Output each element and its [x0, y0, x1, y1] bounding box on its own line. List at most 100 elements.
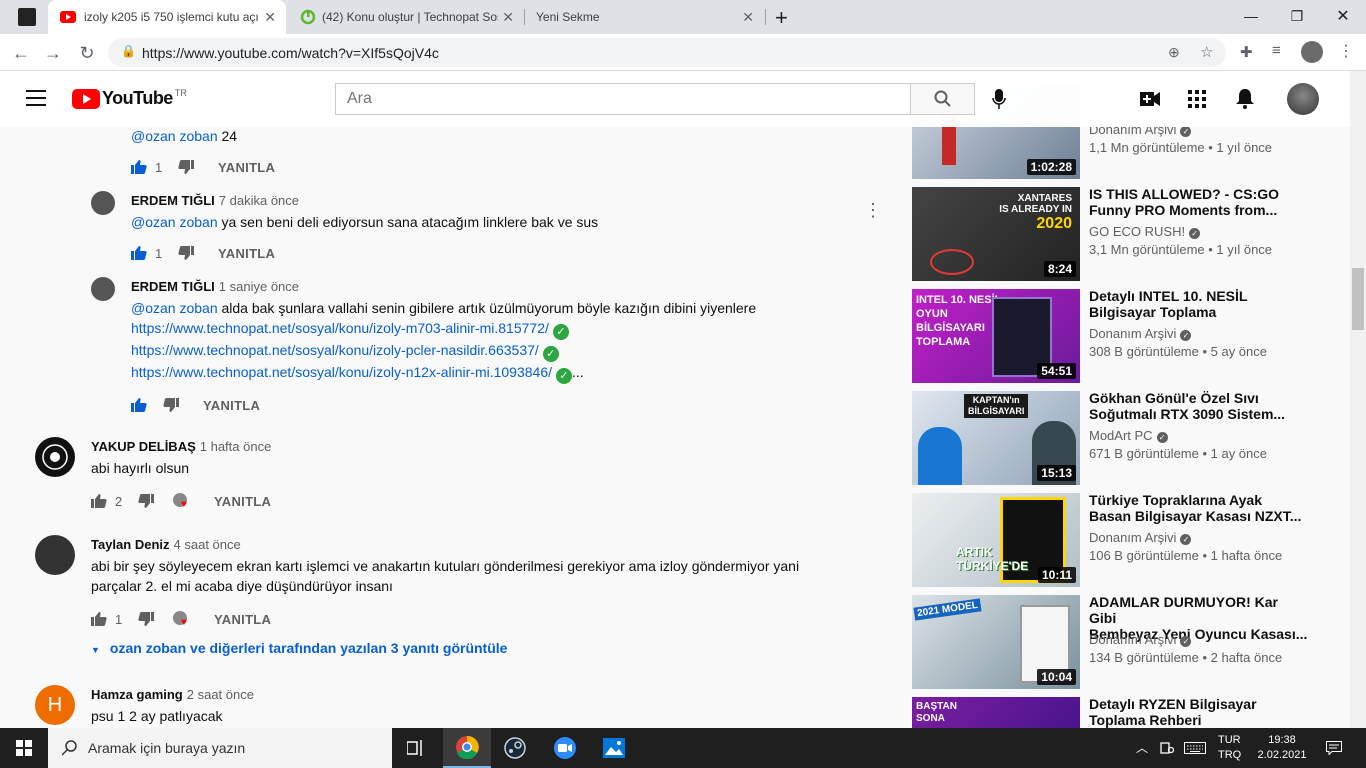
link-text[interactable]: https://www.technopat.net/sosyal/konu/iz… [131, 364, 552, 380]
author-name[interactable]: ERDEM TIĞLI [131, 193, 215, 208]
dislike-icon[interactable] [178, 160, 194, 174]
zoom-icon[interactable] [541, 728, 589, 768]
close-tab-icon[interactable]: ✕ [264, 9, 276, 26]
avatar[interactable] [35, 535, 75, 575]
comment-link[interactable]: https://www.technopat.net/sosyal/konu/iz… [131, 364, 584, 384]
link-text[interactable]: https://www.technopat.net/sosyal/konu/iz… [131, 342, 539, 358]
reply-button[interactable]: YANITLA [214, 612, 271, 627]
mention-link[interactable]: @ozan zoban [131, 300, 218, 316]
channel-name[interactable]: Donanım Arşivi [1089, 530, 1176, 545]
video-channel[interactable]: GO ECO RUSH! ✓ [1089, 224, 1201, 239]
author-name[interactable]: YAKUP DELİBAŞ [91, 439, 196, 454]
profile-avatar[interactable] [1301, 41, 1323, 63]
comment-menu-icon[interactable]: ⋮ [864, 200, 882, 221]
title-line[interactable]: ADAMLAR DURMUYOR! Kar Gibi [1089, 594, 1309, 626]
avatar[interactable] [35, 437, 75, 477]
search-input[interactable]: Ara [347, 90, 372, 108]
dislike-icon[interactable] [138, 494, 154, 508]
guide-menu-icon[interactable] [26, 90, 46, 106]
dislike-icon[interactable] [178, 246, 194, 260]
mention-link[interactable]: @ozan zoban [131, 214, 218, 230]
video-channel[interactable]: Donanım Arşivi ✓ [1089, 326, 1192, 341]
reply-button[interactable]: YANITLA [218, 160, 275, 175]
action-center-icon[interactable] [1326, 741, 1342, 755]
add-icon[interactable]: ⊕ [1168, 44, 1180, 61]
channel-name[interactable]: Donanım Arşivi [1089, 326, 1176, 341]
address-bar[interactable]: 🔒 https://www.youtube.com/watch?v=XIf5sQ… [108, 38, 1226, 67]
maximize-button[interactable]: ❐ [1274, 0, 1320, 32]
minimize-button[interactable]: — [1228, 0, 1274, 32]
input-language[interactable]: TUR TRQ [1218, 733, 1241, 763]
video-thumbnail[interactable]: INTEL 10. NESİL OYUN BİLGİSAYARI TOPLAMA 54… [912, 289, 1080, 383]
keyboard-icon[interactable] [1184, 742, 1206, 754]
chrome-icon[interactable] [443, 728, 491, 768]
close-window-button[interactable]: ✕ [1320, 0, 1366, 32]
show-hidden-icons-icon[interactable]: ︿ [1136, 739, 1148, 756]
account-avatar[interactable] [1287, 83, 1319, 115]
new-tab-button[interactable]: + [775, 5, 788, 31]
microphone-icon[interactable] [992, 89, 1006, 109]
like-icon[interactable] [131, 160, 147, 174]
reply-button[interactable]: YANITLA [218, 246, 275, 261]
extensions-icon[interactable]: ✚ [1240, 43, 1253, 61]
comment-author[interactable]: YAKUP DELİBAŞ 1 hafta önce [91, 439, 271, 454]
back-button[interactable]: ← [8, 40, 34, 66]
youtube-logo[interactable]: YouTube TR [72, 88, 187, 109]
device-icon[interactable] [1160, 741, 1174, 755]
comment-time[interactable]: 1 hafta önce [200, 439, 272, 454]
comment-time[interactable]: 4 saat önce [174, 537, 241, 552]
video-title[interactable]: Gökhan Gönül'e Özel Sıvı Soğutmalı RTX 30… [1089, 390, 1309, 422]
video-thumbnail[interactable]: BAŞTAN SONA [912, 697, 1080, 728]
video-title[interactable]: Türkiye Topraklarına Ayak Basan Bilgisaya… [1089, 492, 1309, 524]
taskbar-search[interactable]: Aramak için buraya yazın [48, 728, 392, 768]
comment-time[interactable]: 1 saniye önce [219, 279, 299, 294]
video-title[interactable]: IS THIS ALLOWED? - CS:GO Funny PRO Moment… [1089, 186, 1309, 218]
like-icon[interactable] [131, 398, 147, 412]
dislike-icon[interactable] [163, 398, 179, 412]
dislike-icon[interactable] [138, 612, 154, 626]
reply-button[interactable]: YANITLA [214, 494, 271, 509]
video-title[interactable]: Detaylı INTEL 10. NESİL Bilgisayar Toplam… [1089, 288, 1309, 320]
title-line[interactable]: Detaylı INTEL 10. NESİL [1089, 288, 1309, 304]
notifications-bell-icon[interactable] [1236, 89, 1254, 109]
avatar[interactable] [91, 277, 115, 301]
search-box[interactable]: Ara [335, 83, 911, 115]
comment-author[interactable]: Taylan Deniz 4 saat önce [91, 537, 241, 552]
photos-icon[interactable] [590, 728, 638, 768]
mention-link[interactable]: @ozan zoban [131, 128, 218, 144]
title-line[interactable]: IS THIS ALLOWED? - CS:GO [1089, 186, 1309, 202]
media-queue-icon[interactable]: ≡ [1272, 42, 1281, 59]
author-name[interactable]: Hamza gaming [91, 687, 183, 702]
author-name[interactable]: Taylan Deniz [91, 537, 170, 552]
link-text[interactable]: https://www.technopat.net/sosyal/konu/iz… [131, 320, 549, 336]
comment-author[interactable]: Hamza gaming 2 saat önce [91, 687, 254, 702]
like-icon[interactable] [91, 612, 107, 626]
title-line[interactable]: Soğutmalı RTX 3090 Sistem... [1089, 406, 1309, 422]
tab-youtube[interactable]: izoly k205 i5 750 işlemci kutu açı ✕ [48, 0, 286, 34]
comment-link[interactable]: https://www.technopat.net/sosyal/konu/iz… [131, 320, 569, 340]
channel-name[interactable]: Donanım Arşivi [1089, 632, 1176, 647]
close-tab-icon[interactable]: ✕ [742, 9, 754, 26]
close-tab-icon[interactable]: ✕ [502, 9, 514, 26]
comment-author[interactable]: ERDEM TIĞLI 7 dakika önce [131, 193, 299, 208]
like-icon[interactable] [91, 494, 107, 508]
tab-new[interactable]: Yeni Sekme ✕ [524, 0, 764, 34]
video-title[interactable]: Detaylı RYZEN Bilgisayar Toplama Rehberi [1089, 696, 1309, 728]
scrollbar-thumb[interactable] [1352, 268, 1364, 330]
video-thumbnail[interactable]: ARTIK TÜRKİYE'DE 10:11 [912, 493, 1080, 587]
title-line[interactable]: Toplama Rehberi [1089, 712, 1309, 728]
tab-technopat[interactable]: (42) Konu oluştur | Technopat Sos ✕ [288, 0, 524, 34]
title-line[interactable]: Basan Bilgisayar Kasası NZXT... [1089, 508, 1309, 524]
title-line[interactable]: Bilgisayar Toplama [1089, 304, 1309, 320]
apps-grid-icon[interactable] [1188, 90, 1206, 108]
reload-button[interactable]: ↻ [74, 40, 100, 66]
author-name[interactable]: ERDEM TIĞLI [131, 279, 215, 294]
like-icon[interactable] [131, 246, 147, 260]
channel-name[interactable]: ModArt PC [1089, 428, 1153, 443]
comment-author[interactable]: ERDEM TIĞLI 1 saniye önce [131, 279, 299, 294]
system-clock[interactable]: 19:38 2.02.2021 [1254, 733, 1310, 763]
video-channel[interactable]: ModArt PC ✓ [1089, 428, 1168, 443]
steam-icon[interactable] [491, 728, 539, 768]
comment-time[interactable]: 7 dakika önce [219, 193, 299, 208]
menu-icon[interactable]: ⋮ [1338, 41, 1354, 61]
